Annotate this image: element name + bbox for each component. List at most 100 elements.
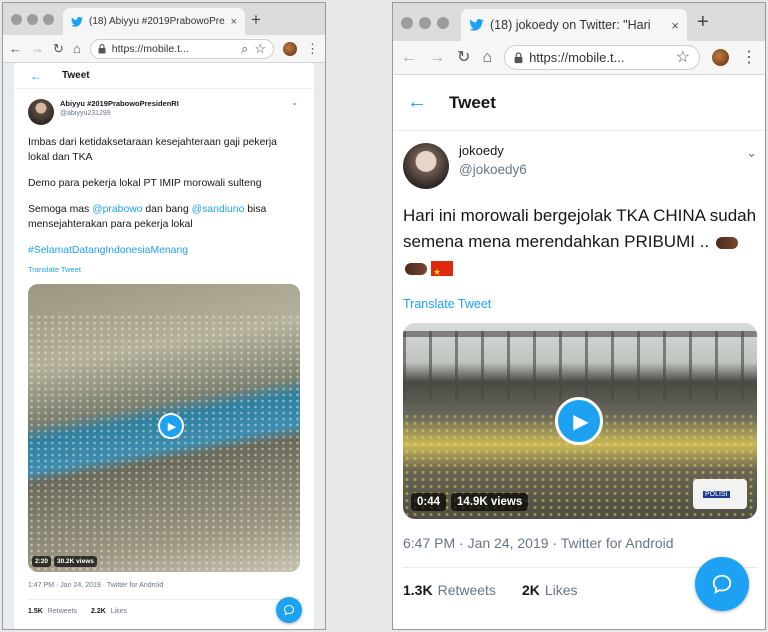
profile-avatar-icon[interactable] (283, 41, 297, 56)
likes-count: 2.2K (90, 608, 106, 615)
mention-link[interactable]: @prabowo (92, 204, 142, 215)
author-name[interactable]: jokoedy (459, 143, 527, 158)
page-title: Tweet (449, 92, 496, 112)
compose-button[interactable] (695, 557, 749, 611)
tweet-author: jokoedy @jokoedy6 ⌄ (393, 131, 765, 189)
profile-avatar-icon[interactable] (712, 49, 729, 66)
home-icon[interactable]: ⌂ (73, 42, 81, 55)
window-controls (11, 14, 54, 25)
tweet-stats: 1.5K Retweets 2.2K Likes (28, 599, 300, 615)
text-fragment: Semoga mas (28, 204, 93, 215)
close-tab-icon[interactable]: × (231, 16, 237, 28)
address-bar[interactable]: https://mobile.t... ⌕ ☆ (89, 38, 274, 59)
browser-toolbar: ← → ↻ ⌂ https://mobile.t... ⌕ ☆ ⋮ (3, 35, 325, 63)
author-handle[interactable]: @jokoedy6 (459, 162, 527, 177)
play-icon[interactable]: ▶ (555, 397, 603, 445)
tweet-page: ← Tweet jokoedy @jokoedy6 ⌄ Hari ini mor… (393, 75, 765, 629)
mention-link[interactable]: @sandiuno (192, 204, 245, 215)
menu-icon[interactable]: ⋮ (306, 42, 319, 55)
video-badges: 2:20 30.2K views (32, 556, 97, 567)
tab-strip: (18) Abiyyu #2019PrabowoPre... × + (3, 3, 325, 35)
close-window-button[interactable] (11, 14, 22, 25)
retweets-count: 1.3K (403, 582, 433, 598)
browser-tab[interactable]: (18) jokoedy on Twitter: "Hari × (461, 9, 687, 41)
minimize-window-button[interactable] (27, 14, 38, 25)
lock-icon (514, 51, 523, 63)
maximize-window-button[interactable] (43, 14, 54, 25)
browser-window-left: (18) Abiyyu #2019PrabowoPre... × + ← → ↻… (2, 2, 326, 630)
tweet-paragraph: Semoga mas @prabowo dan bang @sandiuno b… (28, 202, 300, 232)
home-icon[interactable]: ⌂ (482, 49, 492, 66)
browser-toolbar: ← → ↻ ⌂ https://mobile.t... ☆ ⋮ (393, 41, 765, 75)
menu-icon[interactable]: ⋮ (741, 49, 757, 66)
video-player[interactable]: ▶ 2:20 30.2K views (28, 284, 300, 572)
likes-stat[interactable]: 2K Likes (522, 582, 578, 598)
reload-icon[interactable]: ↻ (457, 49, 470, 66)
video-player[interactable]: POLISI ▶ 0:44 14.9K views (403, 323, 757, 519)
page-content: ← Tweet Abiyyu #2019PrabowoPresidenRI @a… (3, 63, 325, 629)
tab-title: (18) jokoedy on Twitter: "Hari (490, 18, 651, 32)
fist-emoji-icon (405, 262, 427, 275)
new-tab-button[interactable]: + (697, 11, 709, 34)
avatar[interactable] (28, 99, 54, 125)
video-frame (28, 314, 300, 572)
close-window-button[interactable] (401, 17, 413, 29)
twitter-bird-icon (469, 19, 484, 31)
tweet-paragraph: Imbas dari ketidaksetaraan kesejahteraan… (28, 137, 277, 163)
star-bookmark-icon[interactable]: ☆ (676, 49, 690, 66)
forward-arrow-icon[interactable]: → (429, 49, 445, 66)
maximize-window-button[interactable] (437, 17, 449, 29)
china-flag-emoji-icon (431, 259, 453, 285)
address-bar[interactable]: https://mobile.t... ☆ (504, 45, 700, 70)
hashtag-link[interactable]: #SelamatDatangIndonesiaMenang (28, 243, 300, 258)
url-text: https://mobile.t... (111, 42, 189, 55)
search-icon[interactable]: ⌕ (241, 42, 248, 55)
author-handle[interactable]: @abiyyu231299 (60, 110, 179, 117)
chevron-down-icon[interactable]: ⌄ (746, 145, 757, 161)
browser-tab[interactable]: (18) Abiyyu #2019PrabowoPre... × (63, 8, 245, 35)
tweet-meta: 1:47 PM · Jan 24, 2019 · Twitter for And… (28, 582, 164, 589)
video-views: 30.2K views (54, 556, 97, 567)
play-icon[interactable]: ▶ (158, 413, 184, 439)
tweet-header: ← Tweet (14, 63, 314, 89)
new-tab-button[interactable]: + (251, 10, 261, 30)
police-label: POLISI (703, 491, 730, 498)
reload-icon[interactable]: ↻ (53, 42, 64, 55)
avatar[interactable] (403, 143, 449, 189)
forward-arrow-icon[interactable]: → (31, 42, 44, 55)
back-arrow-icon[interactable]: ← (401, 49, 417, 66)
retweets-stat[interactable]: 1.3K Retweets (403, 582, 496, 598)
fist-emoji-icon (715, 236, 738, 249)
video-duration: 2:20 (32, 556, 52, 567)
page-content: ← Tweet jokoedy @jokoedy6 ⌄ Hari ini mor… (393, 75, 765, 629)
author-name[interactable]: Abiyyu #2019PrabowoPresidenRI (60, 99, 179, 108)
back-arrow-icon[interactable]: ← (407, 91, 427, 114)
tweet-text: Imbas dari ketidaksetaraan kesejahteraan… (14, 125, 314, 258)
translate-tweet-link[interactable]: Translate Tweet (393, 297, 765, 311)
tweet-header: ← Tweet (393, 75, 765, 131)
likes-count: 2K (521, 582, 540, 598)
back-arrow-icon[interactable]: ← (9, 42, 22, 55)
retweets-label: Retweets (437, 582, 496, 598)
page-title: Tweet (62, 70, 90, 81)
video-badges: 0:44 14.9K views (411, 493, 529, 511)
compose-button[interactable] (276, 597, 302, 623)
tweet-body: Hari ini morowali bergejolak TKA CHINA s… (403, 206, 757, 251)
retweets-count: 1.5K (28, 608, 43, 615)
chevron-down-icon[interactable]: ⌄ (291, 98, 298, 107)
retweets-label: Retweets (47, 608, 77, 615)
likes-stat[interactable]: 2.2K Likes (91, 608, 127, 615)
retweets-stat[interactable]: 1.5K Retweets (28, 608, 77, 615)
translate-tweet-link[interactable]: Translate Tweet (14, 265, 314, 274)
star-bookmark-icon[interactable]: ☆ (254, 42, 266, 55)
twitter-bird-icon (71, 16, 83, 27)
close-tab-icon[interactable]: × (671, 18, 679, 33)
tab-title: (18) Abiyyu #2019PrabowoPre... (89, 16, 225, 27)
minimize-window-button[interactable] (419, 17, 431, 29)
back-arrow-icon[interactable]: ← (30, 69, 42, 83)
likes-label: Likes (544, 582, 578, 598)
tweet-paragraph: Demo para pekerja lokal PT IMIP morowali… (28, 178, 262, 189)
video-frame-structure (403, 331, 757, 401)
browser-window-right: (18) jokoedy on Twitter: "Hari × + ← → ↻… (392, 2, 766, 630)
tweet-paragraph: Hari ini morowali bergejolak TKA CHINA s… (403, 203, 757, 285)
